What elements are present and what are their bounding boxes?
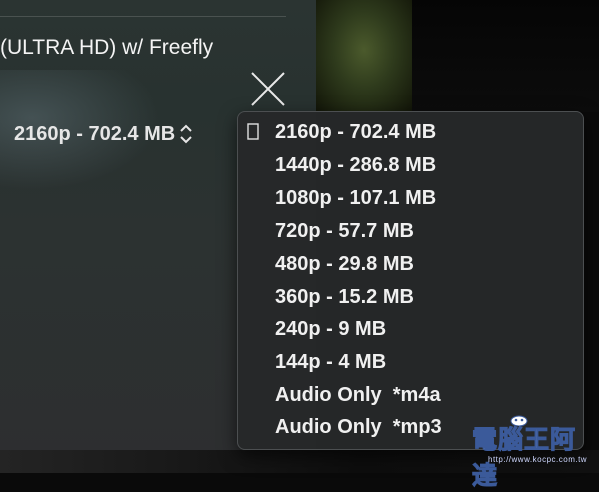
check-icon [247,123,259,140]
watermark-url: http://www.kocpc.com.tw [488,455,588,464]
video-preview-dark [412,0,599,112]
top-cut-text [0,0,240,8]
quality-select[interactable]: 2160p - 702.4 MB [14,120,193,148]
menu-item-720p[interactable]: 720p - 57.7 MB [275,216,414,246]
video-preview [316,0,412,112]
divider [0,16,286,17]
video-title: (ULTRA HD) w/ Freefly [0,36,214,59]
close-button[interactable] [250,71,286,107]
menu-item-2160p[interactable]: 2160p - 702.4 MB [275,117,436,147]
close-x-icon [251,72,285,106]
up-down-chevron-icon [180,124,192,144]
menu-item-1440p[interactable]: 1440p - 286.8 MB [275,150,436,180]
menu-item-360p[interactable]: 360p - 15.2 MB [275,282,414,312]
menu-item-480p[interactable]: 480p - 29.8 MB [275,249,414,279]
menu-item-144p[interactable]: 144p - 4 MB [275,347,386,377]
watermark-logo: 電腦王阿達 http://www.kocpc.com.tw [470,412,595,491]
menu-item-240p[interactable]: 240p - 9 MB [275,314,386,344]
menu-item-audio-mp3[interactable]: Audio Only *mp3 [275,412,442,442]
menu-item-1080p[interactable]: 1080p - 107.1 MB [275,183,436,213]
menu-item-audio-m4a[interactable]: Audio Only *m4a [275,380,441,410]
quality-select-value: 2160p - 702.4 MB [14,122,176,145]
